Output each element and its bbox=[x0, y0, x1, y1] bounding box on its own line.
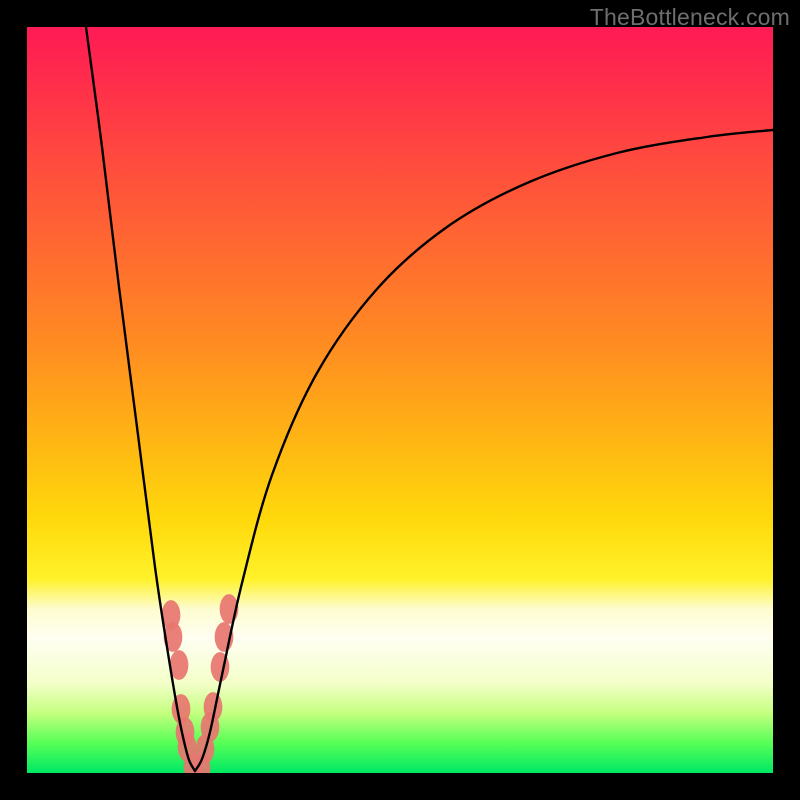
plot-area bbox=[27, 27, 773, 773]
chart-svg bbox=[27, 27, 773, 773]
outer-frame: TheBottleneck.com bbox=[0, 0, 800, 800]
curve-right-branch bbox=[195, 130, 773, 771]
